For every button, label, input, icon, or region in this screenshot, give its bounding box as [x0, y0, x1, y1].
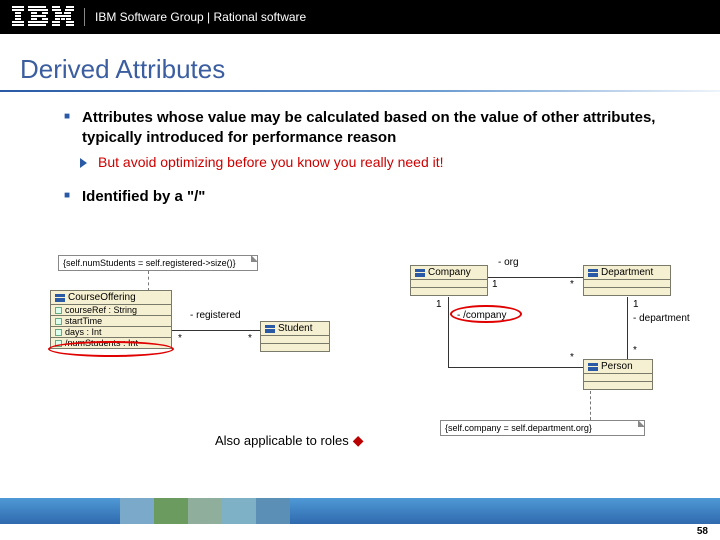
attr: days : Int — [65, 327, 102, 337]
uml-diagram: {self.numStudents = self.registered->siz… — [30, 255, 690, 450]
assoc-line — [172, 330, 260, 331]
class-name: Company — [428, 267, 471, 278]
class-icon — [588, 269, 598, 277]
mult: 1 — [633, 299, 639, 310]
mult: 1 — [436, 299, 442, 310]
class-icon — [265, 325, 275, 333]
class-icon — [415, 269, 425, 277]
class-name: CourseOffering — [68, 292, 136, 303]
class-department: Department — [583, 265, 671, 296]
header-breadcrumb: IBM Software Group | Rational software — [95, 10, 306, 24]
note-anchor-line — [148, 271, 149, 291]
class-icon — [55, 294, 65, 302]
page-number: 58 — [697, 526, 708, 537]
note-anchor-line — [590, 391, 591, 420]
class-icon — [588, 363, 598, 371]
class-person: Person — [583, 359, 653, 390]
mult: * — [178, 333, 182, 344]
class-company: Company — [410, 265, 488, 296]
assoc-line — [448, 367, 583, 368]
bullet-1: Attributes whose value may be calculated… — [64, 108, 680, 149]
class-name: Department — [601, 267, 653, 278]
highlight-company-role — [450, 305, 522, 323]
mult: * — [633, 345, 637, 356]
role-registered: - registered — [190, 310, 241, 321]
diamond-icon: ◆ — [353, 432, 364, 448]
role-org: - org — [498, 257, 519, 268]
attr: courseRef : String — [65, 305, 137, 315]
content-area: Attributes whose value may be calculated… — [64, 108, 680, 212]
footer-bar — [0, 498, 720, 524]
title-underline — [0, 90, 720, 92]
bullet-2: Identified by a "/" — [64, 187, 680, 207]
header-separator — [84, 8, 85, 26]
ocl-note-right: {self.company = self.department.org} — [440, 420, 645, 436]
bullet-1-sub: But avoid optimizing before you know you… — [64, 153, 680, 172]
assoc-line — [627, 297, 628, 359]
mult: * — [570, 352, 574, 363]
role-department: - department — [633, 313, 690, 324]
assoc-line — [488, 277, 583, 278]
ocl-note-left: {self.numStudents = self.registered->siz… — [58, 255, 258, 271]
assoc-line — [448, 297, 449, 367]
caption-text: Also applicable to roles — [215, 433, 349, 448]
mult: * — [570, 279, 574, 290]
attr: startTime — [65, 316, 102, 326]
class-student: Student — [260, 321, 330, 352]
mult: * — [248, 333, 252, 344]
mult: 1 — [492, 279, 498, 290]
header-bar: IBM Software Group | Rational software — [0, 0, 720, 34]
footer-decoration — [120, 498, 290, 524]
page-title: Derived Attributes — [20, 54, 225, 85]
class-name: Person — [601, 361, 633, 372]
slide: IBM Software Group | Rational software D… — [0, 0, 720, 540]
diagram-caption: Also applicable to roles ◆ — [215, 432, 363, 449]
class-name: Student — [278, 323, 312, 334]
ibm-logo — [12, 6, 74, 28]
highlight-numstudents — [48, 341, 174, 357]
